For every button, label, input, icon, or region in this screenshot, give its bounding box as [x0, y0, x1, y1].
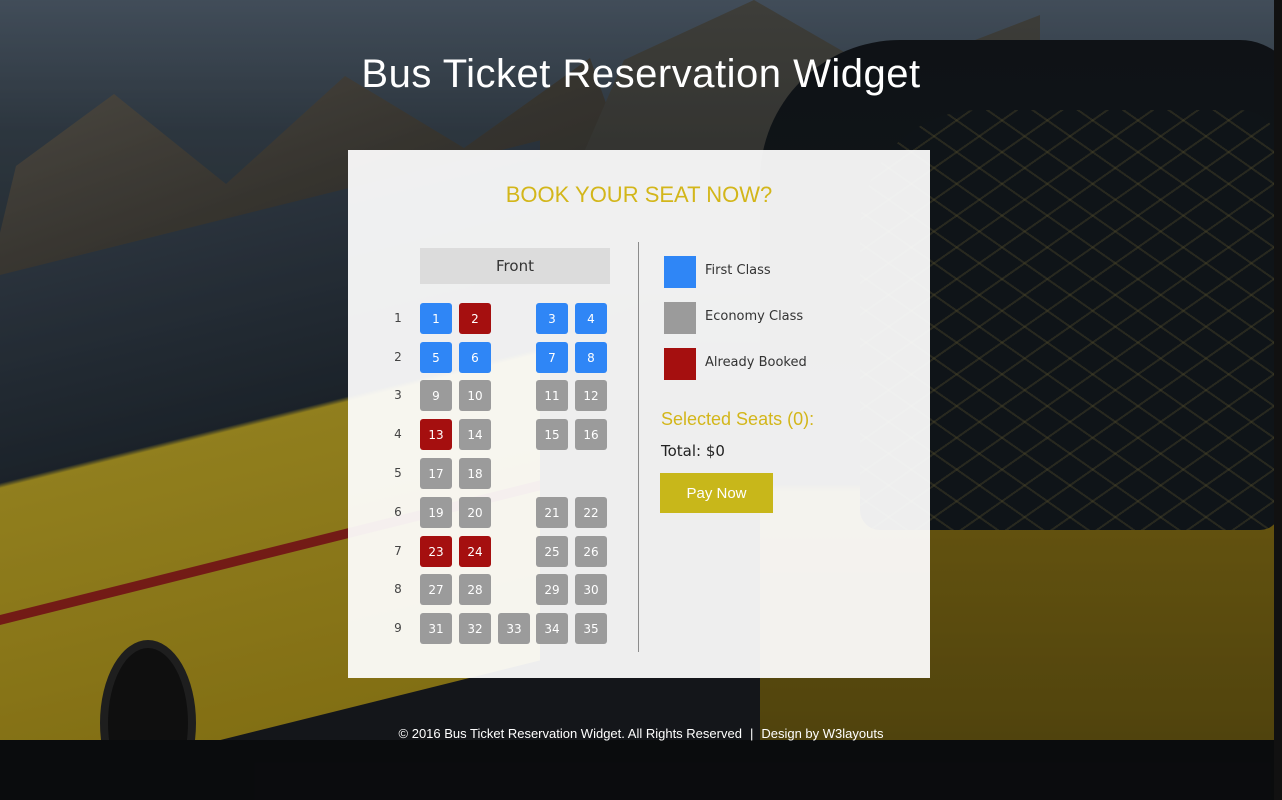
economy-class-label: Economy Class	[705, 309, 804, 324]
seat-12[interactable]: 12	[575, 380, 607, 411]
column-divider	[638, 242, 639, 652]
seat-17[interactable]: 17	[420, 458, 452, 489]
seat-13: 13	[420, 419, 452, 450]
bus-front-label: Front	[420, 248, 610, 284]
seat-19[interactable]: 19	[420, 497, 452, 528]
seat-35[interactable]: 35	[575, 613, 607, 644]
pay-now-button[interactable]: Pay Now	[660, 473, 773, 513]
seat-5[interactable]: 5	[420, 342, 452, 373]
seat-24: 24	[459, 536, 491, 567]
already-booked-label: Already Booked	[705, 355, 807, 370]
footer-copyright: © 2016 Bus Ticket Reservation Widget. Al…	[398, 726, 742, 741]
row-number: 9	[394, 621, 402, 635]
first-class-label: First Class	[705, 263, 771, 278]
seat-1[interactable]: 1	[420, 303, 452, 334]
window-edge	[1274, 0, 1282, 800]
seat-16[interactable]: 16	[575, 419, 607, 450]
seat-27[interactable]: 27	[420, 574, 452, 605]
row-number: 4	[394, 427, 402, 441]
seat-25[interactable]: 25	[536, 536, 568, 567]
seat-26[interactable]: 26	[575, 536, 607, 567]
row-number: 5	[394, 466, 402, 480]
seat-20[interactable]: 20	[459, 497, 491, 528]
footer: © 2016 Bus Ticket Reservation Widget. Al…	[0, 726, 1282, 741]
page-title: Bus Ticket Reservation Widget	[361, 52, 921, 96]
seat-6[interactable]: 6	[459, 342, 491, 373]
seat-15[interactable]: 15	[536, 419, 568, 450]
row-number: 7	[394, 544, 402, 558]
seat-8[interactable]: 8	[575, 342, 607, 373]
reservation-card: BOOK YOUR SEAT NOW? Front 123456789 1234…	[348, 150, 930, 678]
seat-23: 23	[420, 536, 452, 567]
seat-29[interactable]: 29	[536, 574, 568, 605]
seat-30[interactable]: 30	[575, 574, 607, 605]
footer-separator: |	[749, 726, 754, 741]
row-number: 8	[394, 582, 402, 596]
seat-32[interactable]: 32	[459, 613, 491, 644]
seat-10[interactable]: 10	[459, 380, 491, 411]
card-heading: BOOK YOUR SEAT NOW?	[505, 182, 773, 207]
seat-28[interactable]: 28	[459, 574, 491, 605]
selected-seats-label: Selected Seats (0):	[661, 409, 815, 429]
seat-22[interactable]: 22	[575, 497, 607, 528]
seat-34[interactable]: 34	[536, 613, 568, 644]
first-class-swatch	[664, 256, 696, 288]
already-booked-swatch	[664, 348, 696, 380]
row-number: 2	[394, 350, 402, 364]
row-number: 6	[394, 505, 402, 519]
economy-class-swatch	[664, 302, 696, 334]
seat-11[interactable]: 11	[536, 380, 568, 411]
seat-4[interactable]: 4	[575, 303, 607, 334]
footer-design-credit[interactable]: Design by W3layouts	[761, 726, 883, 741]
total-price: Total: $0	[661, 442, 725, 460]
seat-33[interactable]: 33	[498, 613, 530, 644]
seat-18[interactable]: 18	[459, 458, 491, 489]
seat-14[interactable]: 14	[459, 419, 491, 450]
seat-7[interactable]: 7	[536, 342, 568, 373]
row-number: 3	[394, 388, 402, 402]
seat-3[interactable]: 3	[536, 303, 568, 334]
seat-21[interactable]: 21	[536, 497, 568, 528]
seat-31[interactable]: 31	[420, 613, 452, 644]
seat-2: 2	[459, 303, 491, 334]
row-number: 1	[394, 311, 402, 325]
seat-9[interactable]: 9	[420, 380, 452, 411]
